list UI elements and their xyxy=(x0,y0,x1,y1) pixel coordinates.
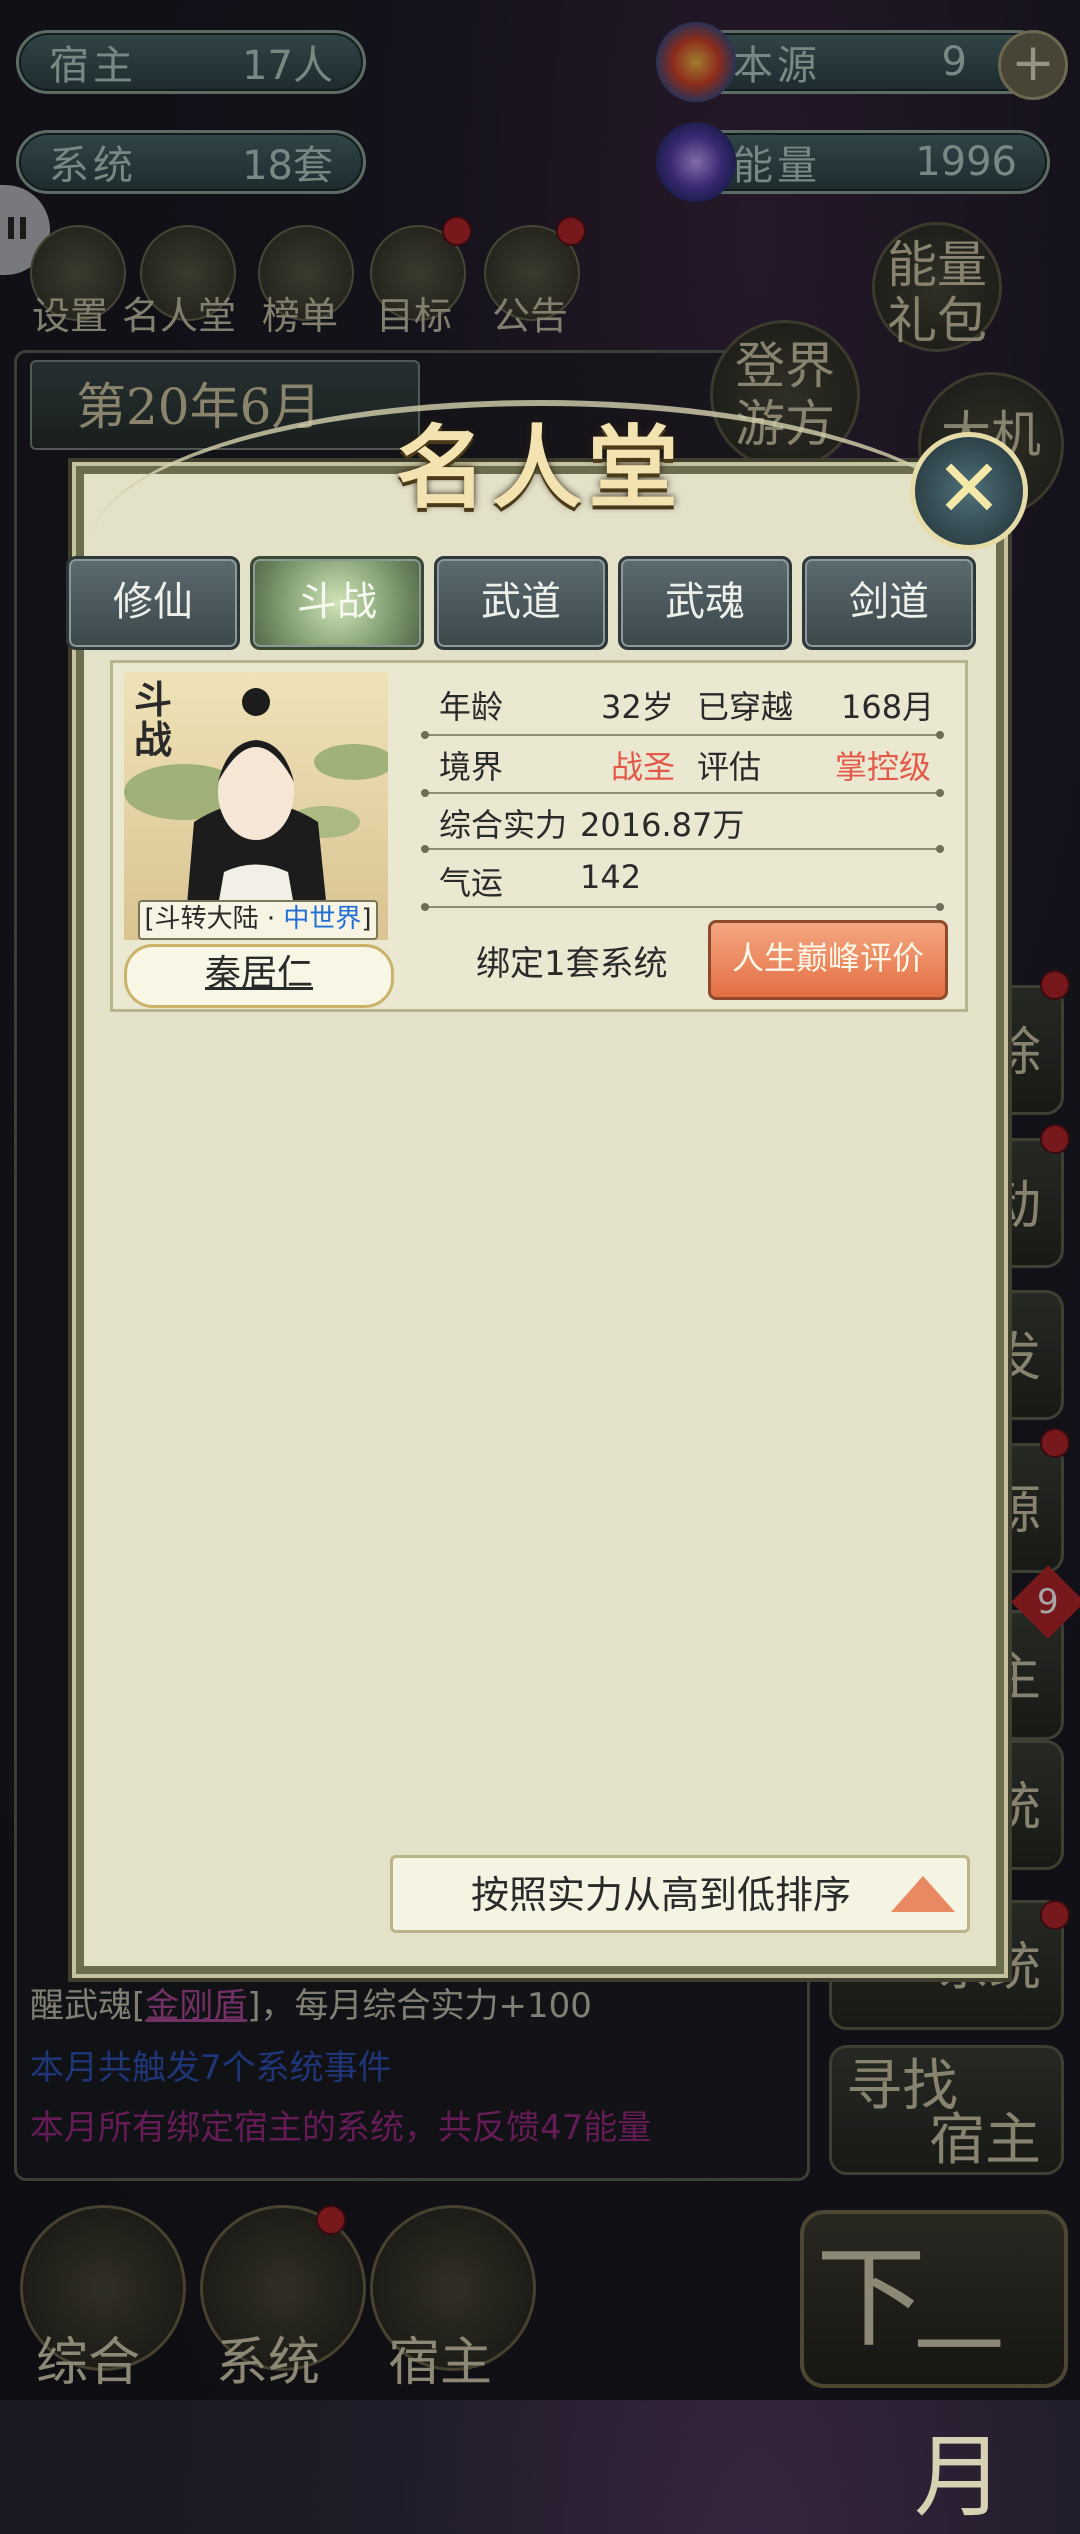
luck-value: 142 xyxy=(580,858,642,896)
world-tag: [斗转大陆 · 中世界] xyxy=(138,900,378,940)
sort-toggle-button[interactable]: 按照实力从高到低排序 xyxy=(390,1855,970,1933)
stat-divider-3 xyxy=(421,845,944,853)
stat-divider-4 xyxy=(421,903,944,911)
host-name-plate[interactable]: 秦居仁 xyxy=(124,944,394,1008)
world-tier: 中世界 xyxy=(283,904,362,934)
portrait-badge: 斗战 xyxy=(134,677,173,762)
travel-stat-value: 168月 xyxy=(841,688,935,726)
realm-label: 境界 xyxy=(439,748,504,786)
assess-label: 评估 xyxy=(697,748,762,786)
tab-wuhun[interactable]: 武魂 xyxy=(618,556,792,650)
age-label: 年龄 xyxy=(439,688,504,726)
close-button[interactable]: ✕ xyxy=(910,432,1028,550)
travel-stat-label: 已穿越 xyxy=(697,688,794,726)
world-prefix: [斗转大陆 · xyxy=(144,904,284,934)
assess-value: 掌控级 xyxy=(835,748,932,786)
power-value: 2016.87万 xyxy=(580,806,745,844)
tab-douzhan[interactable]: 斗战 xyxy=(250,556,424,650)
power-label: 综合实力 xyxy=(439,806,568,844)
tab-wudao[interactable]: 武道 xyxy=(434,556,608,650)
tab-xiuxian[interactable]: 修仙 xyxy=(66,556,240,650)
sort-arrow-icon xyxy=(891,1876,955,1912)
realm-value: 战圣 xyxy=(611,748,676,786)
tab-jiandao[interactable]: 剑道 xyxy=(802,556,976,650)
life-peak-eval-button[interactable]: 人生巅峰评价 xyxy=(708,920,948,1000)
stat-divider-2 xyxy=(421,789,944,797)
bound-systems-text: 绑定1套系统 xyxy=(476,944,668,984)
close-icon: ✕ xyxy=(935,442,1003,535)
sort-label: 按照实力从高到低排序 xyxy=(471,1873,852,1917)
age-value: 32岁 xyxy=(601,688,674,726)
stat-divider-1 xyxy=(421,731,944,739)
luck-label: 气运 xyxy=(439,864,504,902)
world-suffix: ] xyxy=(361,904,372,934)
